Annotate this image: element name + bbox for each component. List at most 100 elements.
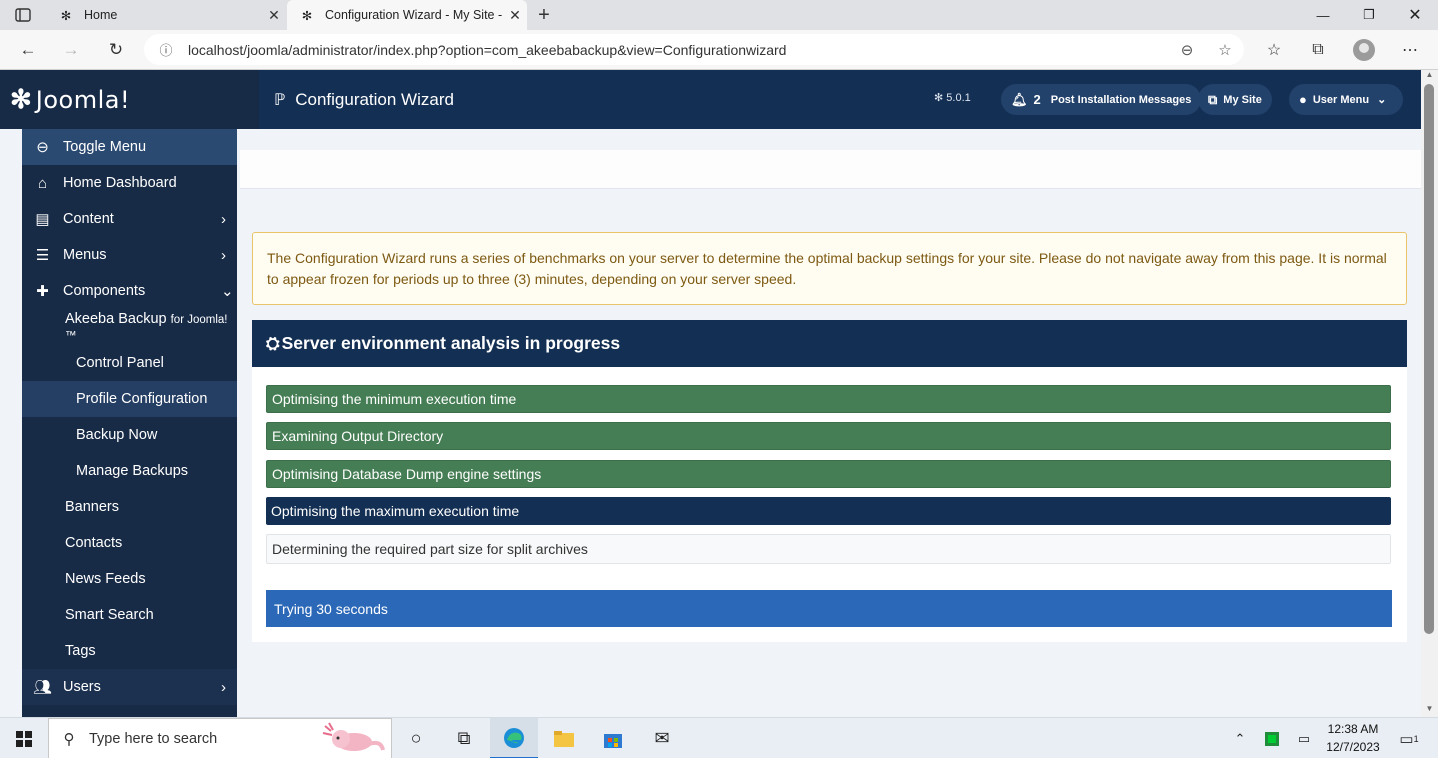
clock-date: 12/7/2023	[1326, 740, 1380, 754]
akeeba-label: Akeeba Backup	[65, 311, 167, 327]
chevron-right-icon: ›	[221, 678, 226, 696]
sidebar-item-label: Manage Backups	[76, 463, 189, 479]
step-item: Optimising Database Dump engine settings	[266, 460, 1391, 488]
windows-taskbar: ⚲ Type here to search ○ ⧉ ✉ ⌃ ▭ 12:38 AM…	[0, 717, 1438, 758]
user-menu-button[interactable]: ● User Menu ⌄	[1289, 84, 1403, 115]
minimize-icon[interactable]: —	[1300, 0, 1346, 30]
refresh-icon[interactable]: ↻	[96, 30, 136, 70]
tab-actions-icon[interactable]	[0, 0, 46, 30]
my-site-button[interactable]: ⧉ My Site	[1198, 84, 1272, 115]
notification-count: 2	[1033, 92, 1041, 107]
close-tab-icon[interactable]: ✕	[262, 7, 286, 24]
sidebar-item-profile-configuration[interactable]: Profile Configuration	[22, 381, 237, 417]
post-installation-messages-button[interactable]: 🔔︎ 2 Post Installation Messages	[1001, 84, 1202, 115]
joomla-logo[interactable]: ✻ Joomla!	[0, 70, 259, 129]
page-title: ℙ Configuration Wizard	[274, 70, 454, 129]
tray-app-icon[interactable]	[1260, 718, 1284, 758]
joomla-version: ✻ 5.0.1	[934, 91, 971, 104]
warning-alert: The Configuration Wizard runs a series o…	[252, 232, 1407, 305]
sidebar-item-label: Backup Now	[76, 427, 158, 443]
sidebar-item-control-panel[interactable]: Control Panel	[22, 345, 237, 381]
cortana-icon[interactable]: ○	[392, 718, 440, 758]
new-tab-icon[interactable]: +	[532, 0, 556, 30]
scroll-up-icon[interactable]: ▲	[1421, 70, 1438, 82]
tray-overflow-icon[interactable]: ⌃	[1228, 718, 1252, 758]
restore-icon[interactable]: ❐	[1346, 0, 1392, 30]
back-icon[interactable]: ←	[8, 30, 48, 70]
address-bar[interactable]: ⓘ localhost/joomla/administrator/index.p…	[144, 34, 1244, 65]
scroll-down-icon[interactable]: ▼	[1421, 704, 1438, 716]
step-item-active: Optimising the maximum execution time	[266, 497, 1391, 525]
chevron-right-icon: ›	[221, 246, 226, 264]
page-scrollbar[interactable]: ▲ ▼	[1421, 70, 1438, 717]
alert-text: The Configuration Wizard runs a series o…	[267, 250, 1387, 287]
browser-toolbar: ← → ↻ ⓘ localhost/joomla/administrator/i…	[0, 30, 1438, 70]
user-menu-label: User Menu	[1312, 93, 1370, 106]
site-info-icon[interactable]: ⓘ	[144, 40, 188, 59]
zoom-icon[interactable]: ⊖	[1168, 41, 1206, 59]
sidebar-item-menus[interactable]: ☰ Menus ›	[22, 237, 237, 273]
scrollbar-thumb[interactable]	[1424, 84, 1434, 634]
sidebar-item-akeeba-backup[interactable]: Akeeba Backup for Joomla!™	[22, 309, 237, 345]
user-icon: ●	[1299, 92, 1307, 107]
post-install-label: Post Installation Messages	[1050, 93, 1192, 106]
chevron-down-icon: ⌄	[1377, 94, 1387, 106]
window-close-icon[interactable]: ✕	[1392, 0, 1438, 30]
card-header: ⛭ Server environment analysis in progres…	[252, 320, 1407, 367]
sidebar-item-tags[interactable]: Tags	[22, 633, 237, 669]
tab-title: Configuration Wizard - My Site -	[325, 8, 503, 22]
sidebar-item-news-feeds[interactable]: News Feeds	[22, 561, 237, 597]
taskbar-clock[interactable]: 12:38 AM 12/7/2023	[1320, 720, 1386, 756]
collections-icon[interactable]: ⧉	[1296, 30, 1340, 70]
sidebar-toggle-menu[interactable]: ⊖ Toggle Menu	[22, 129, 237, 165]
action-center-icon[interactable]: ▭ 1	[1394, 718, 1424, 758]
more-menu-icon[interactable]: ⋯	[1388, 30, 1432, 70]
home-icon: ⌂	[37, 174, 48, 192]
sidebar-item-backup-now[interactable]: Backup Now	[22, 417, 237, 453]
file-icon: ▤	[35, 211, 50, 228]
sidebar-item-banners[interactable]: Banners	[22, 489, 237, 525]
sidebar-item-label: Banners	[65, 499, 120, 515]
profile-avatar-icon[interactable]	[1342, 30, 1386, 70]
admin-header: ✻ Joomla! ℙ Configuration Wizard ✻ 5.0.1…	[0, 70, 1421, 129]
add-favorite-icon[interactable]: ☆	[1206, 41, 1244, 59]
step-label: Optimising the maximum execution time	[271, 503, 520, 519]
sidebar-item-label: Tags	[65, 643, 96, 659]
forward-icon[interactable]: →	[51, 30, 91, 70]
tab-configuration-wizard[interactable]: ✻ Configuration Wizard - My Site - ✕	[287, 0, 527, 30]
url-text[interactable]: localhost/joomla/administrator/index.php…	[188, 42, 1168, 58]
favorites-icon[interactable]: ☆	[1252, 30, 1296, 70]
edge-browser-icon[interactable]	[490, 718, 538, 758]
taskbar-search-box[interactable]: ⚲ Type here to search	[48, 718, 392, 758]
sidebar-item-manage-backups[interactable]: Manage Backups	[22, 453, 237, 489]
sidebar-item-home-dashboard[interactable]: ⌂ Home Dashboard	[22, 165, 237, 201]
sidebar-item-contacts[interactable]: Contacts	[22, 525, 237, 561]
page-left-gutter	[0, 129, 22, 717]
network-icon[interactable]: ▭	[1292, 718, 1316, 758]
card-title: Server environment analysis in progress	[281, 333, 621, 353]
store-icon[interactable]	[589, 718, 637, 758]
search-icon: ⚲	[63, 730, 75, 748]
close-tab-icon[interactable]: ✕	[503, 7, 527, 24]
sidebar-item-smart-search[interactable]: Smart Search	[22, 597, 237, 633]
sidebar-item-label: Toggle Menu	[63, 139, 147, 155]
sidebar-item-label: Smart Search	[65, 607, 154, 623]
file-explorer-icon[interactable]	[540, 718, 588, 758]
list-icon: ☰	[35, 247, 50, 264]
step-label: Examining Output Directory	[272, 428, 444, 444]
mail-icon[interactable]: ✉	[638, 718, 686, 758]
page-title-text: Configuration Wizard	[295, 89, 454, 109]
clock-time: 12:38 AM	[1327, 722, 1379, 736]
server-analysis-icon: ⛭	[266, 333, 280, 353]
start-button[interactable]	[0, 718, 48, 758]
sidebar-item-label: Akeeba Backup for Joomla!™	[22, 311, 237, 343]
step-label: Determining the required part size for s…	[272, 541, 588, 557]
sidebar-item-content[interactable]: ▤ Content ›	[22, 201, 237, 237]
sidebar-item-components[interactable]: ✚ Components ⌄	[22, 273, 237, 309]
tab-home[interactable]: ✻ Home ✕	[46, 0, 286, 30]
wizard-icon: ℙ	[274, 91, 286, 109]
step-item-pending: Determining the required part size for s…	[266, 534, 1391, 564]
sidebar-item-users[interactable]: 👥︎ Users ›	[22, 669, 237, 705]
main-content: The Configuration Wizard runs a series o…	[237, 129, 1421, 717]
task-view-icon[interactable]: ⧉	[440, 718, 488, 758]
